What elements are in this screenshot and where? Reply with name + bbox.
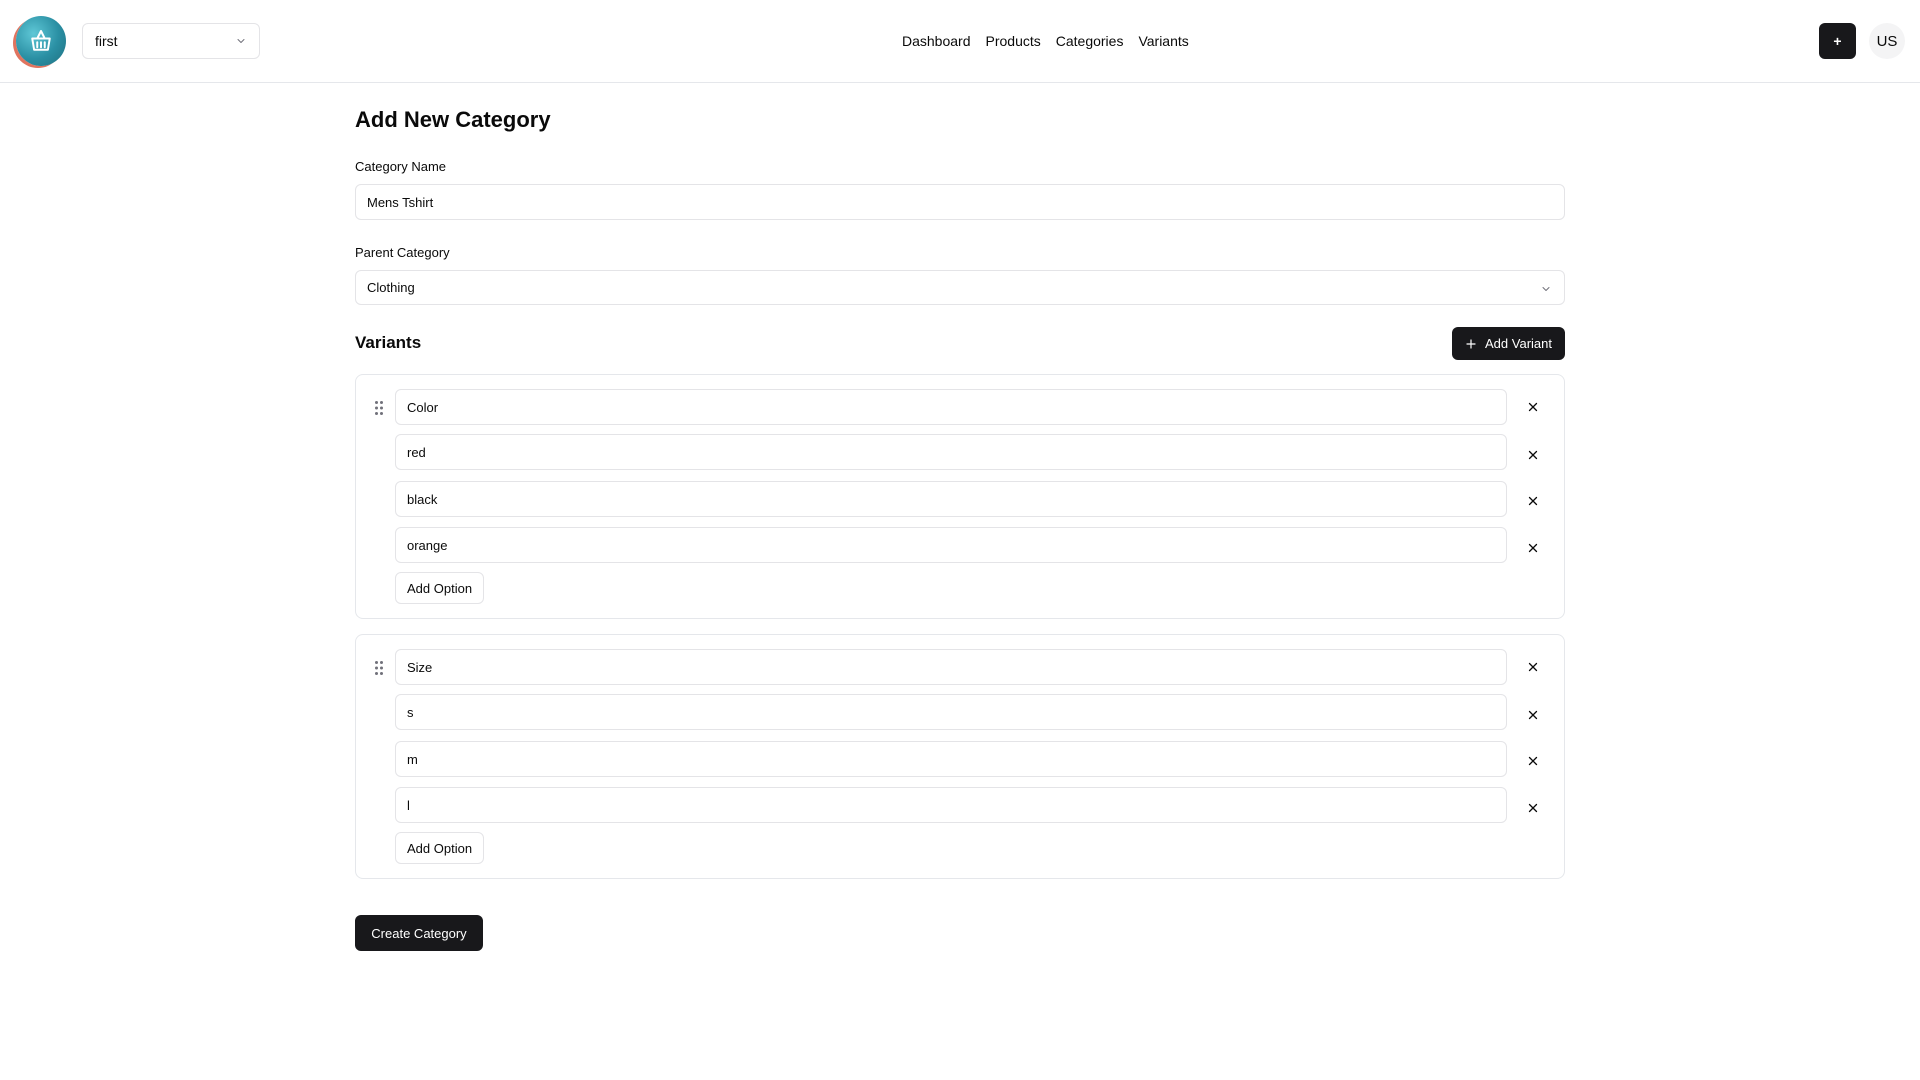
store-switcher[interactable]: first xyxy=(82,23,260,59)
option-input[interactable]: orange xyxy=(395,527,1507,563)
variant-name-input[interactable]: Size xyxy=(395,649,1507,685)
main-nav: Dashboard Products Categories Variants xyxy=(902,33,1189,49)
chevron-down-icon xyxy=(237,39,245,43)
variant-name-value: Size xyxy=(407,659,433,675)
plus-icon xyxy=(1466,338,1476,349)
grip-vertical-icon[interactable] xyxy=(374,660,384,676)
parent-category-label: Parent Category xyxy=(355,245,450,260)
variants-heading: Variants xyxy=(355,333,422,352)
option-input[interactable]: s xyxy=(395,694,1507,730)
close-icon xyxy=(1528,803,1538,813)
variant-name-input[interactable]: Color xyxy=(395,389,1507,425)
close-icon xyxy=(1528,756,1538,766)
category-name-label: Category Name xyxy=(355,159,447,174)
add-variant-label: Add Variant xyxy=(1485,336,1552,351)
create-category-button[interactable]: Create Category xyxy=(355,915,483,951)
remove-option-button[interactable] xyxy=(1525,707,1541,723)
option-input[interactable]: l xyxy=(395,787,1507,823)
store-switcher-value: first xyxy=(95,33,118,49)
option-value: black xyxy=(407,491,438,507)
remove-variant-button[interactable] xyxy=(1525,399,1541,415)
nav-dashboard[interactable]: Dashboard xyxy=(902,33,971,49)
parent-category-select[interactable]: Clothing xyxy=(355,270,1565,305)
option-value: orange xyxy=(407,537,448,553)
close-icon xyxy=(1528,450,1538,460)
remove-variant-button[interactable] xyxy=(1525,659,1541,675)
add-option-button[interactable]: Add Option xyxy=(395,572,485,604)
variant-card-size: Size s m l Add Option xyxy=(355,634,1565,879)
add-variant-button[interactable]: Add Variant xyxy=(1452,327,1565,360)
option-value: l xyxy=(407,797,410,813)
shopping-basket-icon xyxy=(31,30,51,51)
category-name-input[interactable]: Mens Tshirt xyxy=(355,184,1565,220)
option-value: s xyxy=(407,704,414,720)
close-icon xyxy=(1528,496,1538,506)
nav-products[interactable]: Products xyxy=(986,33,1041,49)
nav-variants[interactable]: Variants xyxy=(1138,33,1188,49)
option-input[interactable]: m xyxy=(395,741,1507,777)
category-name-value: Mens Tshirt xyxy=(367,194,434,210)
remove-option-button[interactable] xyxy=(1525,540,1541,556)
close-icon xyxy=(1528,543,1538,553)
page-title: Add New Category xyxy=(355,107,551,132)
create-new-button[interactable]: + xyxy=(1819,23,1856,59)
top-header: first Dashboard Products Categories Vari… xyxy=(0,0,1920,83)
option-input[interactable]: red xyxy=(395,434,1507,470)
close-icon xyxy=(1528,662,1538,672)
grip-vertical-icon[interactable] xyxy=(374,400,384,416)
avatar[interactable]: US xyxy=(1869,23,1905,59)
add-option-button[interactable]: Add Option xyxy=(395,832,485,864)
remove-option-button[interactable] xyxy=(1525,493,1541,509)
remove-option-button[interactable] xyxy=(1525,447,1541,463)
logo[interactable] xyxy=(16,16,66,66)
option-value: red xyxy=(407,444,426,460)
close-icon xyxy=(1528,710,1538,720)
variant-name-value: Color xyxy=(407,399,439,415)
remove-option-button[interactable] xyxy=(1525,800,1541,816)
remove-option-button[interactable] xyxy=(1525,753,1541,769)
variant-card-color: Color red black orange Add Option xyxy=(355,374,1565,619)
close-icon xyxy=(1528,402,1538,412)
parent-category-value: Clothing xyxy=(367,280,415,295)
option-value: m xyxy=(407,751,418,767)
nav-categories[interactable]: Categories xyxy=(1056,33,1124,49)
option-input[interactable]: black xyxy=(395,481,1507,517)
chevron-down-icon xyxy=(1542,287,1550,291)
